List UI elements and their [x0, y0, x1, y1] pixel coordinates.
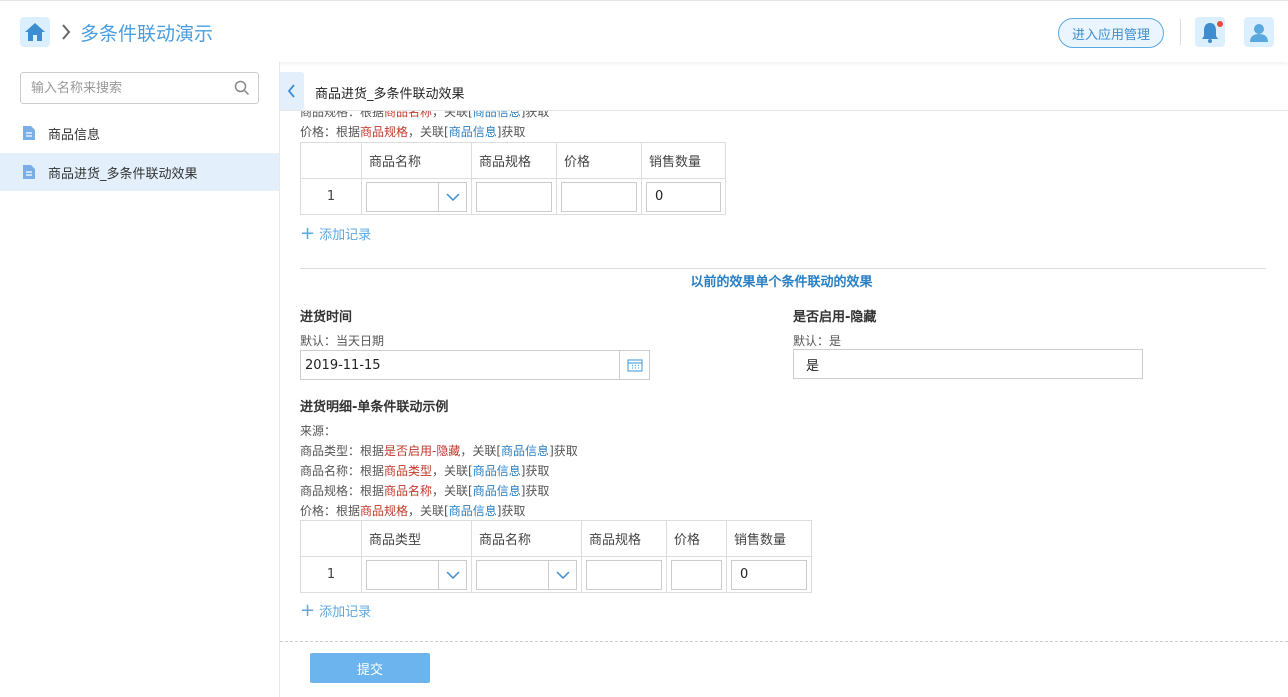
purchase-date-input[interactable]: 2019-11-15 — [300, 350, 650, 380]
table-header — [300, 520, 362, 557]
app-title: 多条件联动演示 — [80, 23, 214, 45]
search-input[interactable] — [21, 73, 221, 103]
product-name-select[interactable] — [476, 559, 577, 590]
section-title: 以前的效果单个条件联动的效果 — [690, 275, 873, 290]
table-header: 销售数量 — [726, 520, 812, 557]
product-name-select[interactable] — [366, 181, 467, 212]
user-avatar[interactable] — [1244, 17, 1274, 47]
chevron-right-icon — [62, 24, 71, 40]
add-record-button[interactable]: + 添加记录 — [300, 223, 371, 244]
purchase-detail-label: 进货明细-单条件联动示例 — [300, 400, 449, 415]
field-hint: 默认：是 — [793, 334, 842, 348]
table-header: 价格 — [556, 142, 642, 179]
notification-dot — [1217, 21, 1223, 27]
table-header — [300, 142, 362, 179]
chevron-down-icon — [555, 570, 570, 579]
source-line: 商品规格：根据商品名称，关联[商品信息]获取 — [300, 111, 550, 119]
form-content: 商品规格：根据商品名称，关联[商品信息]获取 价格：根据商品规格，关联[商品信息… — [280, 111, 1288, 641]
price-input[interactable] — [671, 559, 722, 590]
collapse-sidebar-button[interactable] — [280, 72, 304, 110]
source-line: 价格：根据商品规格，关联[商品信息]获取 — [300, 504, 526, 518]
table-header: 价格 — [666, 520, 727, 557]
form-footer: 提交 — [280, 641, 1288, 697]
table-header-row: 商品类型 商品名称 商品规格 价格 销售数量 — [300, 520, 812, 557]
home-button[interactable] — [20, 17, 50, 47]
enter-app-management-button[interactable]: 进入应用管理 — [1058, 18, 1164, 48]
sidebar-item-purchase[interactable]: 商品进货_多条件联动效果 — [0, 153, 279, 191]
plus-icon: + — [300, 600, 316, 621]
enabled-input[interactable]: 是 — [793, 349, 1143, 379]
enabled-label: 是否启用-隐藏 — [793, 310, 877, 325]
divider — [1180, 19, 1181, 45]
plus-icon: + — [300, 223, 316, 244]
detail-table: 商品类型 商品名称 商品规格 价格 销售数量 1 0 — [300, 520, 812, 593]
home-icon — [25, 23, 45, 41]
source-line: 商品名称：根据商品类型，关联[商品信息]获取 — [300, 464, 550, 478]
source-line: 商品类型：根据是否启用-隐藏，关联[商品信息]获取 — [300, 444, 578, 458]
search-icon[interactable] — [234, 80, 250, 96]
main-panel: 商品进货_多条件联动效果 商品规格：根据商品名称，关联[商品信息]获取 价格：根… — [280, 62, 1288, 697]
date-value: 2019-11-15 — [305, 357, 381, 373]
sidebar-item-product-info[interactable]: 商品信息 — [0, 114, 279, 152]
product-type-select[interactable] — [366, 559, 467, 590]
table-header-row: 商品名称 商品规格 价格 销售数量 — [300, 142, 726, 179]
table-header: 商品规格 — [471, 142, 557, 179]
source-line: 价格：根据商品规格，关联[商品信息]获取 — [300, 125, 526, 139]
divider — [300, 268, 1266, 269]
price-input[interactable] — [561, 181, 637, 212]
product-spec-input[interactable] — [476, 181, 552, 212]
table-header: 商品类型 — [361, 520, 472, 557]
chevron-left-icon — [287, 84, 295, 98]
table-header: 销售数量 — [641, 142, 726, 179]
detail-table: 商品名称 商品规格 价格 销售数量 1 0 — [300, 142, 726, 215]
row-index: 1 — [300, 178, 362, 215]
table-header: 商品名称 — [471, 520, 582, 557]
quantity-input[interactable]: 0 — [646, 181, 721, 212]
field-hint: 默认：当天日期 — [300, 334, 385, 348]
table-row: 1 0 — [300, 178, 726, 215]
chevron-down-icon — [445, 192, 460, 201]
table-row: 1 0 — [300, 556, 812, 593]
source-label: 来源： — [300, 424, 337, 438]
row-index: 1 — [300, 556, 362, 593]
add-record-button[interactable]: + 添加记录 — [300, 600, 371, 621]
calendar-button[interactable] — [619, 351, 649, 379]
quantity-input[interactable]: 0 — [731, 559, 807, 590]
user-icon — [1250, 24, 1268, 42]
document-icon — [23, 126, 35, 140]
product-spec-input[interactable] — [586, 559, 662, 590]
purchase-date-label: 进货时间 — [300, 310, 353, 325]
sidebar-item-label: 商品信息 — [48, 127, 101, 143]
table-header: 商品规格 — [581, 520, 667, 557]
submit-button[interactable]: 提交 — [310, 653, 430, 683]
top-bar: 多条件联动演示 进入应用管理 — [0, 0, 1288, 62]
table-header: 商品名称 — [361, 142, 472, 179]
chevron-down-icon — [445, 570, 460, 579]
source-line: 商品规格：根据商品名称，关联[商品信息]获取 — [300, 484, 550, 498]
document-icon — [23, 165, 35, 179]
page-title: 商品进货_多条件联动效果 — [315, 87, 465, 102]
sidebar-item-label: 商品进货_多条件联动效果 — [48, 166, 198, 182]
calendar-icon — [626, 359, 643, 372]
search-box — [20, 72, 259, 104]
sidebar: 商品信息 商品进货_多条件联动效果 — [0, 62, 280, 697]
